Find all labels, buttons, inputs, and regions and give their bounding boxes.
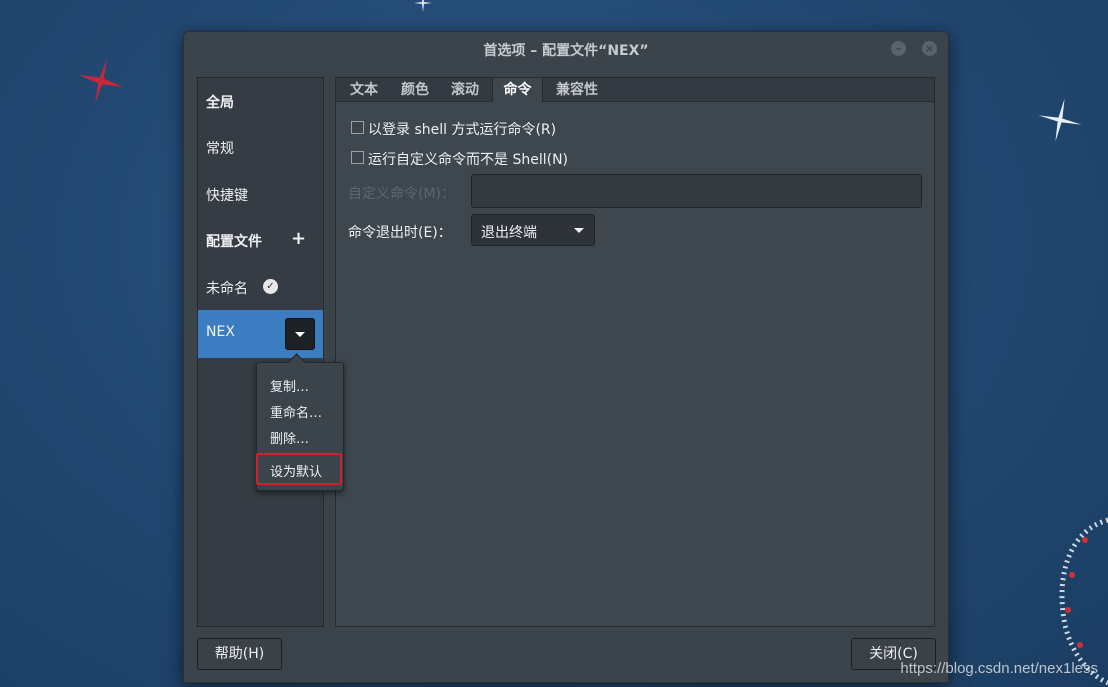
help-button[interactable]: 帮助(H): [197, 638, 282, 670]
sidebar-global-header: 全局: [198, 78, 323, 124]
sidebar-general-label: 常规: [206, 141, 234, 157]
profile-menu-button[interactable]: [285, 318, 315, 350]
on-exit-value: 退出终端: [481, 225, 537, 241]
custom-command-input[interactable]: [471, 174, 922, 208]
sidebar-global-label: 全局: [206, 95, 234, 111]
profile-label: 未命名: [206, 281, 248, 297]
check-circle-icon: ✓: [263, 279, 278, 294]
tab-bar: 文本 颜色 滚动 命令 兼容性: [336, 78, 934, 102]
chevron-down-icon: [574, 228, 584, 233]
desktop-star-white: [1038, 98, 1082, 142]
tab-content-panel: 文本 颜色 滚动 命令 兼容性 以登录 shell 方式运行命令(R) 运行自定…: [335, 77, 935, 627]
custom-command-field-label: 自定义命令(M)：: [348, 186, 456, 202]
custom-command-checkbox[interactable]: [351, 151, 364, 164]
desktop-star-top: [414, 0, 432, 12]
preferences-window: 首选项 – 配置文件“NEX” – × 全局 常规 快捷键 配置文件 + 未命名…: [183, 31, 949, 683]
highlight-box: [256, 453, 342, 485]
sidebar-item-general[interactable]: 常规: [198, 124, 323, 170]
menu-item-delete[interactable]: 删除…: [270, 428, 309, 447]
custom-command-label: 运行自定义命令而不是 Shell(N): [368, 152, 568, 168]
profile-context-menu: 复制… 重命名… 删除… 设为默认: [256, 353, 344, 491]
login-shell-checkbox[interactable]: [351, 121, 364, 134]
minimize-icon[interactable]: –: [891, 41, 906, 56]
tab-text[interactable]: 文本: [342, 78, 386, 101]
sidebar-shortcuts-label: 快捷键: [206, 188, 248, 204]
on-exit-select[interactable]: 退出终端: [471, 214, 595, 246]
window-title: 首选项 – 配置文件“NEX”: [483, 43, 649, 59]
sidebar-profile-nex[interactable]: NEX: [198, 310, 323, 358]
sidebar: 全局 常规 快捷键 配置文件 + 未命名 ✓ NEX: [197, 77, 324, 627]
tab-scrolling[interactable]: 滚动: [443, 78, 487, 101]
titlebar[interactable]: 首选项 – 配置文件“NEX” – ×: [184, 32, 948, 67]
sidebar-item-shortcuts[interactable]: 快捷键: [198, 171, 323, 217]
dropdown-arrow-icon: [295, 332, 305, 337]
profile-label: NEX: [206, 324, 235, 340]
tab-compatibility[interactable]: 兼容性: [548, 78, 606, 101]
tab-command[interactable]: 命令: [492, 78, 543, 102]
sidebar-profiles-label: 配置文件: [206, 234, 262, 250]
watermark: https://blog.csdn.net/nex1less: [900, 660, 1098, 677]
sidebar-profile-unnamed[interactable]: 未命名 ✓: [198, 264, 323, 310]
menu-item-duplicate[interactable]: 复制…: [270, 376, 309, 395]
desktop-star-red: [78, 58, 124, 104]
plus-icon[interactable]: +: [291, 228, 306, 249]
tab-colors[interactable]: 颜色: [393, 78, 437, 101]
login-shell-label: 以登录 shell 方式运行命令(R): [368, 122, 557, 138]
sidebar-profiles-header: 配置文件 +: [198, 217, 323, 263]
close-icon[interactable]: ×: [922, 41, 937, 56]
menu-item-rename[interactable]: 重命名…: [270, 402, 322, 421]
on-exit-label: 命令退出时(E)：: [348, 225, 452, 241]
